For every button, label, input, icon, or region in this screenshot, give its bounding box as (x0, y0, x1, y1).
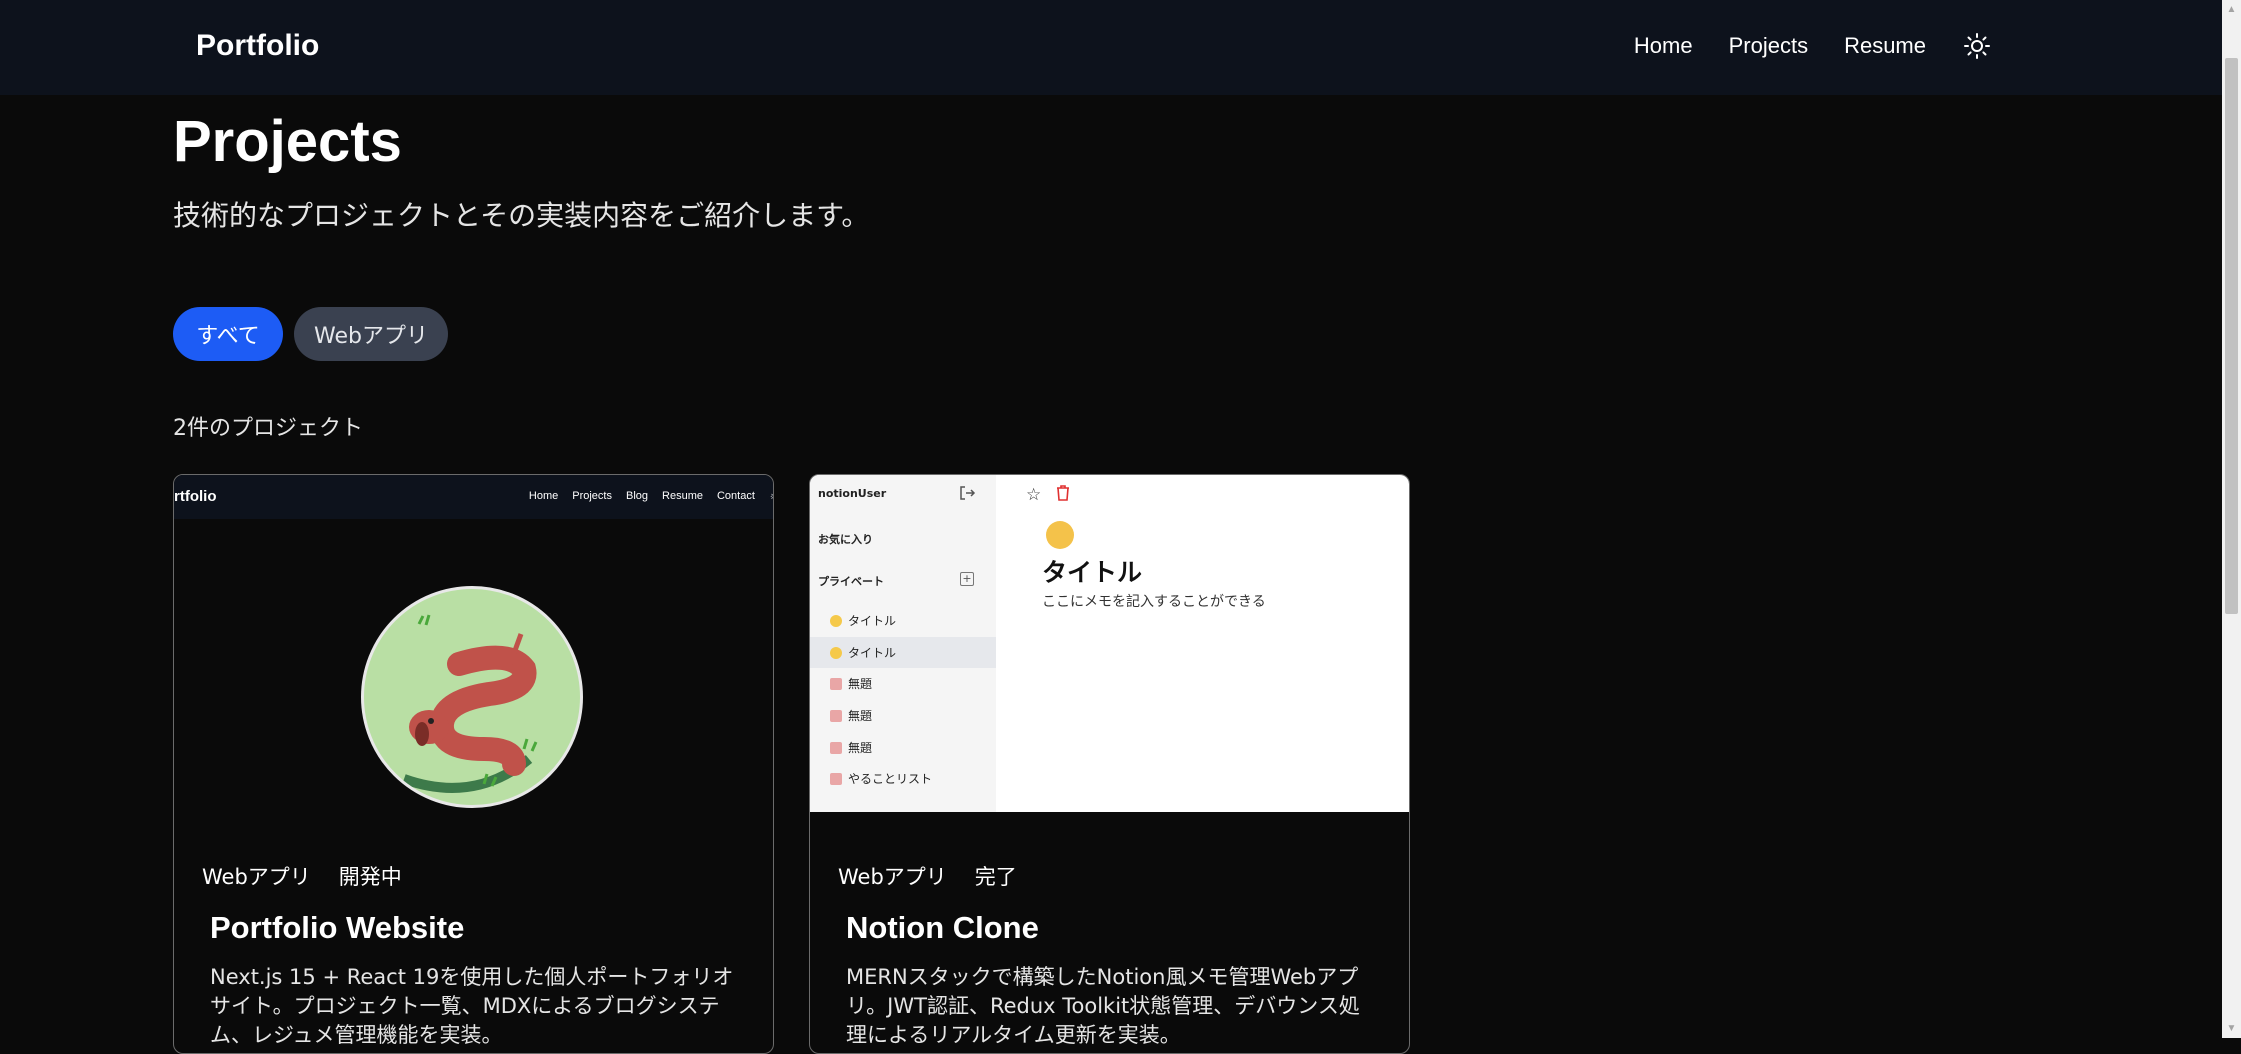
project-description: MERNスタックで構築したNotion風メモ管理Webアプリ。JWT認証、Red… (846, 965, 1360, 1047)
mini-nav-item: Projects (572, 490, 612, 502)
project-description: Next.js 15 + React 19を使用した個人ポートフォリオサイト。プ… (210, 965, 734, 1047)
tag-list: Webアプリ 完了 (824, 855, 1031, 897)
mini-nav: Home Projects Blog Resume Contact ☼ (528, 490, 773, 502)
page-emoji-icon (1046, 521, 1074, 549)
trash-icon (1056, 485, 1070, 501)
document-icon (830, 709, 842, 722)
nav-projects[interactable]: Projects (1729, 33, 1808, 59)
project-title[interactable]: Notion Clone (846, 910, 1039, 946)
notion-item: タイトル (810, 605, 996, 636)
mini-nav-item: Resume (662, 490, 703, 502)
mini-nav-item: Home (528, 490, 559, 502)
logout-icon (958, 484, 976, 502)
tag-category: Webアプリ (202, 865, 311, 889)
nav-home[interactable]: Home (1634, 33, 1693, 59)
emoji-icon (830, 646, 842, 659)
project-thumbnail: rtfolio Home Projects Blog Resume Contac… (174, 475, 773, 812)
site-brand[interactable]: Portfolio (196, 29, 319, 63)
notion-favorites-label: お気に入り (818, 533, 873, 546)
scroll-thumb[interactable] (2225, 58, 2238, 614)
document-icon (830, 772, 842, 785)
scroll-up-arrow-icon[interactable]: ▲ (2222, 0, 2241, 19)
document-icon (830, 741, 842, 754)
document-icon (830, 677, 842, 690)
notion-item: タイトル (810, 637, 996, 668)
tag-status: 完了 (974, 865, 1017, 889)
notion-private-label: プライベート (818, 575, 884, 588)
project-card-portfolio[interactable]: rtfolio Home Projects Blog Resume Contac… (173, 474, 774, 1054)
notion-screenshot: notionUser お気に入り プライベート + タイトル タイトル 無題 無… (810, 475, 1409, 812)
mini-nav-item: Contact (716, 490, 755, 502)
tag-status: 開発中 (338, 865, 402, 889)
notion-item: 無題 (810, 668, 996, 699)
add-page-icon: + (960, 572, 974, 586)
filter-all-button[interactable]: すべて (173, 307, 283, 361)
project-thumbnail: notionUser お気に入り プライベート + タイトル タイトル 無題 無… (810, 475, 1409, 812)
emoji-icon (830, 614, 842, 627)
main-nav: Home Projects Resume (1634, 31, 1992, 61)
site-header: Portfolio Home Projects Resume (0, 0, 2222, 95)
nav-resume[interactable]: Resume (1844, 33, 1926, 59)
notion-item: 無題 (810, 700, 996, 731)
project-title[interactable]: Portfolio Website (210, 910, 464, 946)
scroll-down-arrow-icon[interactable]: ▼ (2222, 1019, 2241, 1038)
mini-sun-icon: ☼ (769, 490, 773, 502)
star-icon: ☆ (1026, 485, 1042, 505)
project-card-notion[interactable]: notionUser お気に入り プライベート + タイトル タイトル 無題 無… (809, 474, 1410, 1054)
project-count: 2件のプロジェクト (173, 416, 363, 441)
notion-item: やることリスト (810, 763, 996, 794)
tag-category: Webアプリ (838, 865, 947, 889)
mini-header: rtfolio Home Projects Blog Resume Contac… (174, 475, 773, 519)
notion-user: notionUser (818, 487, 887, 500)
notion-memo: ここにメモを記入することができる (1042, 594, 1266, 610)
page-scrollbar[interactable]: ▲ ▼ (2222, 0, 2241, 1038)
tag-list: Webアプリ 開発中 (188, 855, 416, 897)
mini-brand: rtfolio (174, 488, 217, 505)
dachshund-avatar-icon (361, 586, 583, 808)
page-title: Projects (173, 109, 402, 174)
sun-icon[interactable] (1962, 31, 1992, 61)
notion-page-title: タイトル (1042, 558, 1143, 587)
notion-item: 無題 (810, 732, 996, 763)
mini-nav-item: Blog (625, 490, 649, 502)
notion-sidebar: notionUser お気に入り プライベート + タイトル タイトル 無題 無… (810, 475, 996, 812)
filter-web-button[interactable]: Webアプリ (294, 307, 448, 361)
page-subtitle: 技術的なプロジェクトとその実装内容をご紹介します。 (173, 200, 870, 231)
